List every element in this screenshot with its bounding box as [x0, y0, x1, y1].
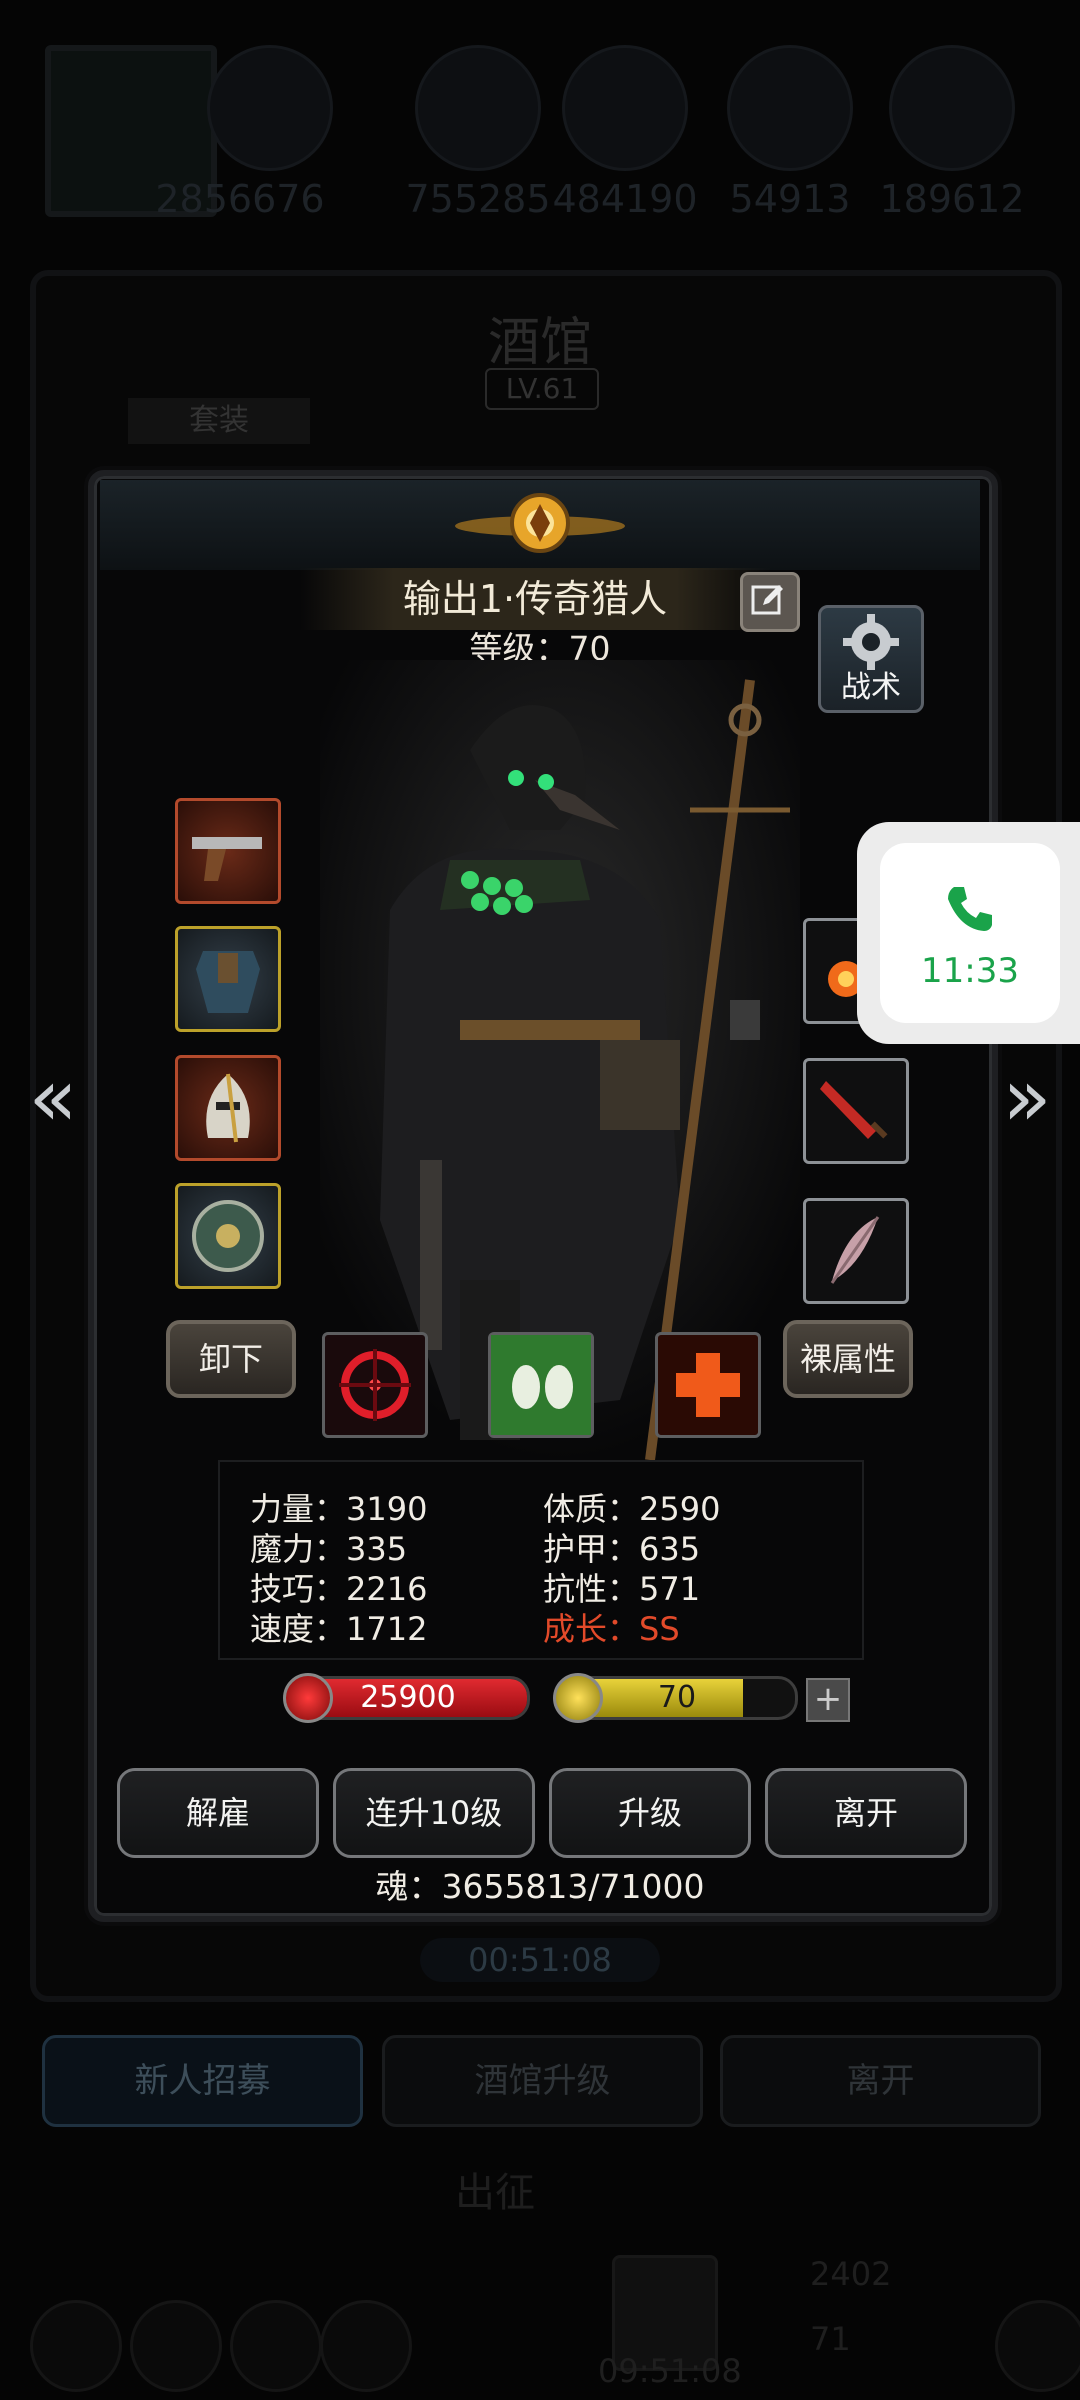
- resource-item: 755285: [398, 45, 558, 221]
- heal-cross-skill-icon: [676, 1353, 740, 1417]
- hero-name-plate: 输出1·传奇猎人: [300, 568, 770, 630]
- dagger-icon: [820, 1081, 888, 1139]
- call-bubble-inner[interactable]: 11:33: [880, 843, 1060, 1023]
- level-up-10-button[interactable]: 连升10级: [333, 1768, 535, 1858]
- depart-label[interactable]: 出征: [455, 2160, 535, 2218]
- equip-slot-weapon[interactable]: [175, 798, 281, 904]
- stat-growth: 成长：SS: [543, 1610, 680, 1648]
- green-beast-skill-icon: [491, 1335, 591, 1435]
- tavern-title: 酒馆: [487, 313, 592, 373]
- stat-speed: 速度：1712: [250, 1610, 428, 1648]
- soul-counter: 魂：3655813/71000: [375, 1867, 705, 1906]
- resource-item: 484190: [545, 45, 705, 221]
- feather-icon: [830, 1216, 880, 1284]
- bare-attr-button[interactable]: 裸属性: [783, 1320, 913, 1398]
- helmet-icon: [206, 1073, 250, 1143]
- tavern-leave-button[interactable]: 离开: [720, 2035, 1041, 2127]
- unequip-button[interactable]: 卸下: [166, 1320, 296, 1398]
- tavern-timer: 00:51:08: [420, 1938, 660, 1982]
- resource-item: 189612: [872, 45, 1032, 221]
- equip-slot-armor[interactable]: [175, 926, 281, 1032]
- resource-value: 2856676: [155, 177, 325, 221]
- bottom-count: 2402: [810, 2255, 892, 2293]
- skill-slot[interactable]: [655, 1332, 761, 1438]
- call-time: 11:33: [921, 951, 1019, 991]
- horn-icon: [889, 45, 1015, 171]
- resource-value: 484190: [552, 177, 698, 221]
- leather-icon: [207, 45, 333, 171]
- heart-icon: [283, 1673, 333, 1723]
- skill-slot[interactable]: [322, 1332, 428, 1438]
- equip-slot-feather[interactable]: [803, 1198, 909, 1304]
- pistol-icon: [192, 837, 262, 881]
- next-hero-arrow-icon[interactable]: »: [992, 1058, 1062, 1138]
- tavern-level: LV.61: [485, 368, 599, 410]
- bottom-time: 09:51:08: [598, 2352, 742, 2390]
- resource-value: 54913: [729, 177, 851, 221]
- bottom-nav-icon[interactable]: [320, 2300, 412, 2392]
- resource-item: 2856676: [155, 45, 350, 221]
- sun-emblem-icon: [455, 493, 625, 553]
- level-up-button[interactable]: 升级: [549, 1768, 751, 1858]
- resource-value: 189612: [879, 177, 1025, 221]
- shield-icon: [192, 1200, 264, 1272]
- tactic-label: 战术: [841, 670, 901, 705]
- resource-value: 755285: [405, 177, 551, 221]
- add-energy-button[interactable]: +: [806, 1678, 850, 1722]
- prev-hero-arrow-icon[interactable]: «: [18, 1058, 88, 1138]
- armor-icon: [196, 951, 260, 1013]
- bottom-nav-icon[interactable]: [130, 2300, 222, 2392]
- bottom-nav-icon[interactable]: [30, 2300, 122, 2392]
- bottom-nav-icon[interactable]: [230, 2300, 322, 2392]
- iron-icon: [562, 45, 688, 171]
- equip-slot-helmet[interactable]: [175, 1055, 281, 1161]
- resource-item: 54913: [710, 45, 870, 221]
- dismiss-button[interactable]: 解雇: [117, 1768, 319, 1858]
- tavern-upgrade-button[interactable]: 酒馆升级: [382, 2035, 703, 2127]
- crosshair-skill-icon: [339, 1349, 411, 1421]
- equip-slot-shield[interactable]: [175, 1183, 281, 1289]
- tactic-button[interactable]: 战术: [818, 605, 924, 713]
- hero-name: 输出1·传奇猎人: [402, 577, 668, 621]
- phone-icon: [948, 887, 992, 931]
- leather-icon: [415, 45, 541, 171]
- tab-suit[interactable]: 套装: [128, 398, 310, 444]
- skill-slot[interactable]: [488, 1332, 594, 1438]
- pencil-icon: [751, 585, 783, 615]
- recruit-button[interactable]: 新人招募: [42, 2035, 363, 2127]
- crystal-icon: [727, 45, 853, 171]
- equip-slot-dagger[interactable]: [803, 1058, 909, 1164]
- leave-button[interactable]: 离开: [765, 1768, 967, 1858]
- lightning-icon: [553, 1673, 603, 1723]
- bottom-nav-icon[interactable]: [995, 2300, 1080, 2392]
- bottom-count: 71: [810, 2320, 851, 2358]
